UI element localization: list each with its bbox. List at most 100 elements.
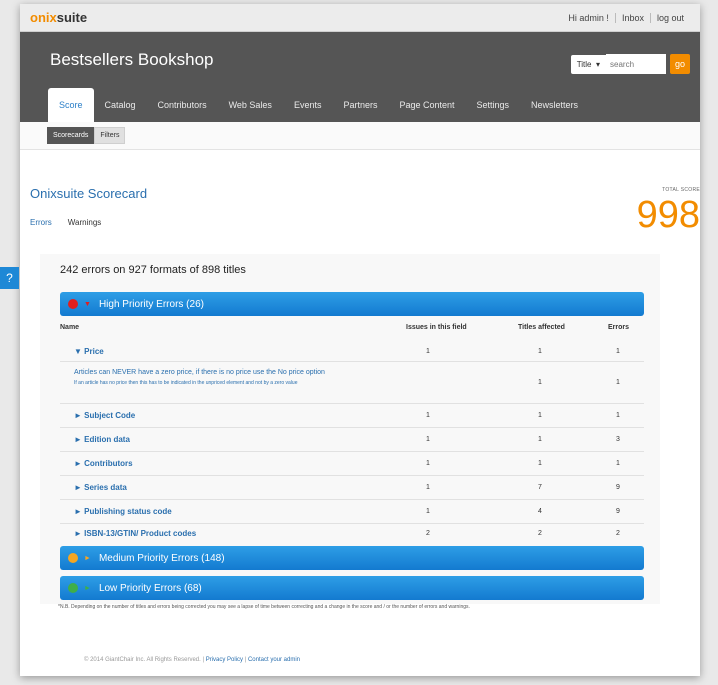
tab-contributors[interactable]: Contributors <box>147 88 218 122</box>
errors-cell: 1 <box>616 348 620 355</box>
sub-nav: Scorecards Filters <box>20 122 700 150</box>
page-title: Onixsuite Scorecard <box>30 186 148 201</box>
issues-cell: 1 <box>426 436 430 443</box>
errors-cell: 2 <box>616 530 620 537</box>
issues-cell: 1 <box>426 484 430 491</box>
scorecards-button[interactable]: Scorecards <box>47 127 95 144</box>
low-priority-label: Low Priority Errors (68) <box>98 582 202 594</box>
total-score-label: TOTAL SCORE <box>662 187 700 193</box>
chevron-down-icon: ▾ <box>593 59 600 69</box>
col-errors-header: Errors <box>608 324 630 331</box>
tab-newsletters[interactable]: Newsletters <box>520 88 589 122</box>
col-issues-header: Issues in this field <box>406 324 467 331</box>
errors-cell: 1 <box>616 412 620 419</box>
high-priority-bar[interactable]: ▼ High Priority Errors (26) <box>60 292 644 316</box>
errors-cell: 3 <box>616 436 620 443</box>
table-row-subject-code[interactable]: ► Subject Code 1 1 1 <box>60 404 644 428</box>
row-name[interactable]: ► ISBN-13/GTIN/ Product codes <box>74 529 196 538</box>
greeting-text: Hi admin ! <box>568 12 609 23</box>
table-row-contributors[interactable]: ► Contributors 1 1 1 <box>60 452 644 476</box>
main-nav: Score Catalog Contributors Web Sales Eve… <box>48 88 589 122</box>
issues-cell: 1 <box>426 460 430 467</box>
issues-cell: 1 <box>426 348 430 355</box>
search-box: Title ▾ go <box>570 54 690 74</box>
total-score-value: 998 <box>636 194 700 236</box>
scorecard-tabs: Errors Warnings <box>30 218 101 227</box>
inbox-link[interactable]: Inbox <box>614 12 650 23</box>
logout-link[interactable]: log out <box>649 12 690 23</box>
titles-cell: 1 <box>538 379 542 386</box>
titles-cell: 1 <box>538 460 542 467</box>
rule-explanation: If an article has no price then this has… <box>74 380 298 386</box>
shop-title: Bestsellers Bookshop <box>50 50 214 69</box>
row-name[interactable]: ► Publishing status code <box>74 507 172 516</box>
tab-warnings[interactable]: Warnings <box>68 218 102 227</box>
issues-cell: 2 <box>426 530 430 537</box>
medium-priority-bar[interactable]: ► Medium Priority Errors (148) <box>60 546 644 570</box>
footer: © 2014 GiantChair Inc. All Rights Reserv… <box>84 657 300 663</box>
logo-part-onix: onix <box>30 10 57 25</box>
errors-panel: 242 errors on 927 formats of 898 titles … <box>40 254 660 604</box>
issues-cell: 1 <box>426 508 430 515</box>
row-name[interactable]: ► Subject Code <box>74 411 135 420</box>
orange-status-dot <box>68 553 78 563</box>
row-name[interactable]: ► Edition data <box>74 435 130 444</box>
table-row-price-detail: Articles can NEVER have a zero price, if… <box>60 362 644 404</box>
footnote: *N.B. Depending on the number of titles … <box>58 604 470 610</box>
caret-right-icon: ► <box>84 584 91 592</box>
onixsuite-logo[interactable]: onixsuite <box>30 10 87 25</box>
go-button[interactable]: go <box>670 54 690 74</box>
titles-cell: 7 <box>538 484 542 491</box>
user-links: Hi admin ! Inbox log out <box>562 12 690 23</box>
titles-cell: 1 <box>538 412 542 419</box>
table-row-isbn[interactable]: ► ISBN-13/GTIN/ Product codes 2 2 2 <box>60 524 644 544</box>
logo-part-suite: suite <box>56 10 88 25</box>
table-row-series-data[interactable]: ► Series data 1 7 9 <box>60 476 644 500</box>
footer-separator: | <box>244 657 247 663</box>
caret-down-icon: ▼ <box>84 300 91 308</box>
high-priority-label: High Priority Errors (26) <box>98 298 204 310</box>
tab-partners[interactable]: Partners <box>332 88 388 122</box>
medium-priority-label: Medium Priority Errors (148) <box>98 552 225 564</box>
errors-cell: 9 <box>616 484 620 491</box>
caret-right-icon: ► <box>84 554 91 562</box>
titles-cell: 1 <box>538 348 542 355</box>
tab-errors[interactable]: Errors <box>30 218 52 227</box>
tab-catalog[interactable]: Catalog <box>94 88 147 122</box>
titles-cell: 2 <box>538 530 542 537</box>
contact-admin-link[interactable]: Contact your admin <box>248 657 300 663</box>
search-field-select[interactable]: Title ▾ <box>570 54 606 74</box>
col-name-header: Name <box>60 324 80 331</box>
row-name[interactable]: ► Contributors <box>74 459 133 468</box>
errors-cell: 1 <box>616 379 620 386</box>
tab-settings[interactable]: Settings <box>466 88 521 122</box>
search-field-selected: Title <box>576 59 592 69</box>
low-priority-bar[interactable]: ► Low Priority Errors (68) <box>60 576 644 600</box>
red-status-dot <box>68 299 78 309</box>
table-row-price[interactable]: ▼ Price 1 1 1 <box>60 342 644 362</box>
errors-cell: 9 <box>616 508 620 515</box>
col-titles-header: Titles affected <box>518 324 565 331</box>
help-button[interactable]: ? <box>0 267 19 289</box>
filters-button[interactable]: Filters <box>94 127 126 144</box>
copyright-text: © 2014 GiantChair Inc. All Rights Reserv… <box>84 657 205 663</box>
green-status-dot <box>68 583 78 593</box>
tab-page-content[interactable]: Page Content <box>388 88 465 122</box>
errors-summary: 242 errors on 927 formats of 898 titles <box>60 264 246 276</box>
errors-cell: 1 <box>616 460 620 467</box>
table-row-publishing-status[interactable]: ► Publishing status code 1 4 9 <box>60 500 644 524</box>
top-bar: onixsuite Hi admin ! Inbox log out <box>20 4 700 32</box>
site-header: Bestsellers Bookshop Title ▾ go Score Ca… <box>20 32 700 122</box>
row-name[interactable]: ► Series data <box>74 483 127 492</box>
row-name[interactable]: ▼ Price <box>74 347 104 356</box>
issues-cell: 1 <box>426 412 430 419</box>
tab-events[interactable]: Events <box>283 88 333 122</box>
search-input[interactable] <box>606 54 666 74</box>
tab-score[interactable]: Score <box>48 88 94 122</box>
titles-cell: 4 <box>538 508 542 515</box>
table-row-edition-data[interactable]: ► Edition data 1 1 3 <box>60 428 644 452</box>
rule-description: Articles can NEVER have a zero price, if… <box>74 369 325 376</box>
tab-web-sales[interactable]: Web Sales <box>218 88 283 122</box>
titles-cell: 1 <box>538 436 542 443</box>
privacy-policy-link[interactable]: Privacy Policy <box>206 657 243 663</box>
